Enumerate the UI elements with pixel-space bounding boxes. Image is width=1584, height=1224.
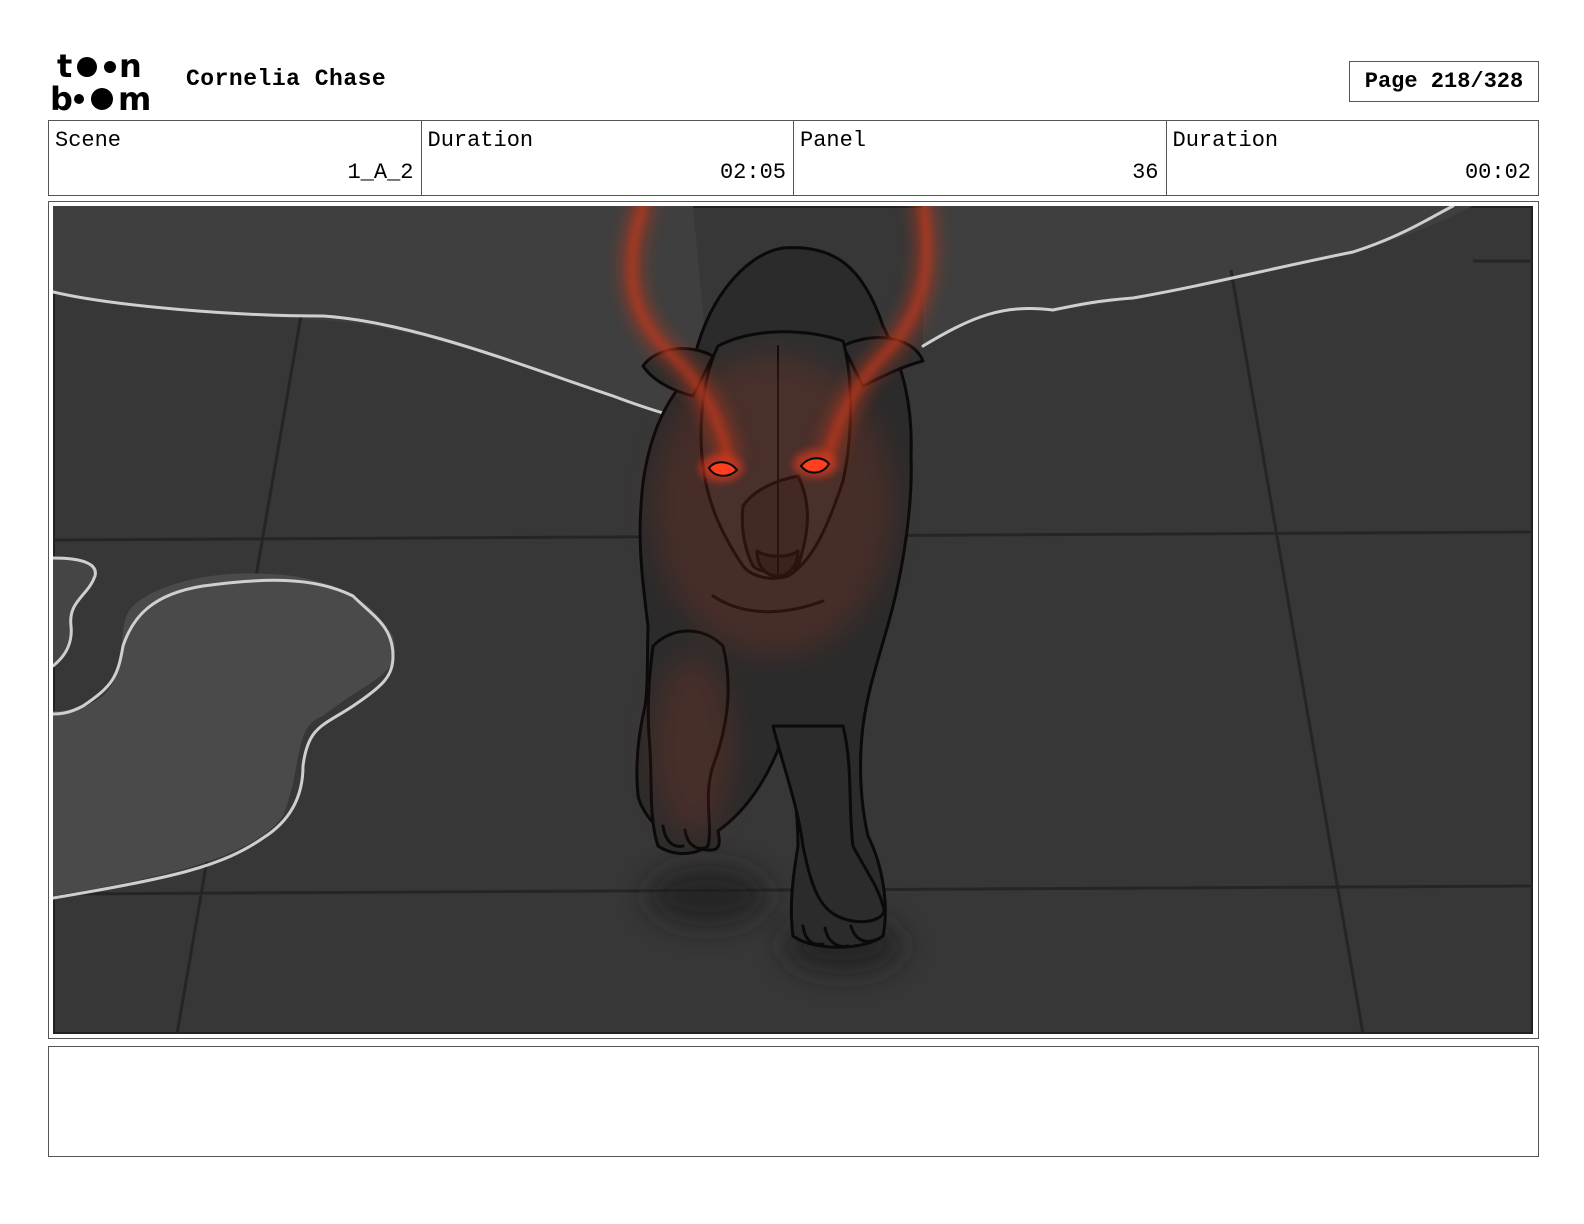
panel-duration-label: Duration — [1172, 128, 1279, 153]
scene-cell: Scene 1_A_2 — [49, 121, 422, 195]
toonboom-logo: t n b m — [50, 50, 151, 114]
scene-duration-label: Duration — [427, 128, 534, 153]
scene-value: 1_A_2 — [347, 160, 414, 185]
storyboard-panel — [48, 201, 1539, 1039]
panel-cell: Panel 36 — [794, 121, 1167, 195]
svg-text:m: m — [118, 80, 151, 114]
paw-shadow-left — [648, 866, 768, 926]
panel-label: Panel — [800, 128, 867, 153]
panel-duration-value: 00:02 — [1464, 160, 1531, 185]
scene-label: Scene — [55, 128, 122, 153]
panel-value: 36 — [1132, 160, 1159, 185]
project-title: Cornelia Chase — [186, 66, 387, 92]
scene-duration-cell: Duration 02:05 — [422, 121, 794, 195]
scene-info-table: Scene 1_A_2 Duration 02:05 Panel 36 Dura… — [48, 120, 1539, 196]
panel-notes-box — [48, 1046, 1539, 1157]
svg-text:b: b — [50, 80, 73, 114]
scene-duration-value: 02:05 — [719, 160, 786, 185]
page-indicator: Page 218/328 — [1349, 61, 1539, 102]
panel-duration-cell: Duration 00:02 — [1167, 121, 1539, 195]
panel-illustration — [53, 206, 1533, 1034]
